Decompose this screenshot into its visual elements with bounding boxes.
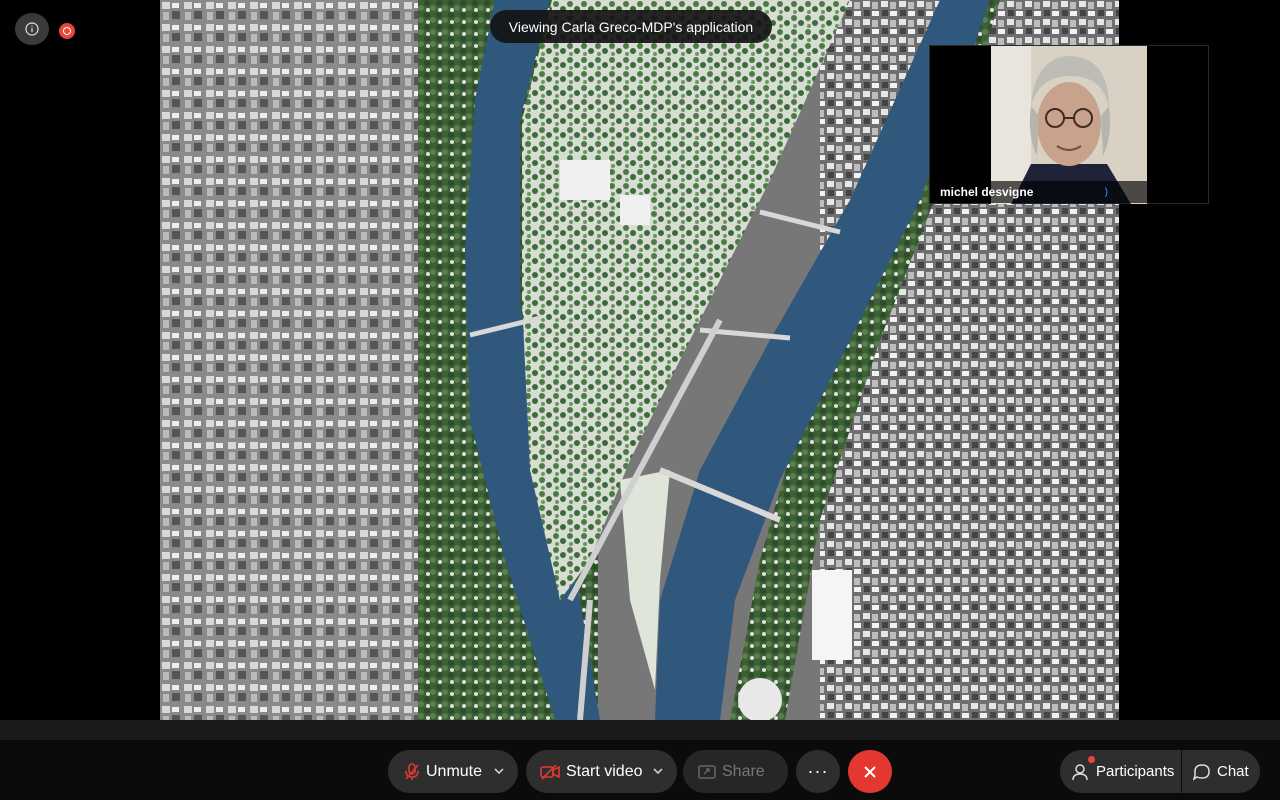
microphone-muted-icon	[405, 762, 419, 780]
participants-label: Participants	[1096, 763, 1175, 780]
unmute-label: Unmute	[426, 762, 483, 780]
info-button[interactable]	[15, 13, 49, 45]
screen-bottom-strip	[0, 720, 1280, 740]
participants-button[interactable]: Participants	[1060, 750, 1181, 793]
participants-icon	[1072, 763, 1088, 780]
audio-indicator-icon: )	[1104, 187, 1108, 198]
share-label: Share	[722, 762, 765, 780]
info-icon	[25, 22, 39, 36]
start-video-button[interactable]: Start video	[526, 750, 677, 793]
viewing-banner: Viewing Carla Greco-MDP's application	[490, 10, 772, 43]
start-video-label: Start video	[566, 762, 643, 780]
chevron-down-icon[interactable]	[651, 764, 665, 778]
participants-notification-dot	[1088, 756, 1095, 763]
meeting-toolbar: Unmute Start video Share ··· Participant…	[0, 740, 1280, 800]
participant-video-tile[interactable]: michel desvigne )	[929, 45, 1209, 204]
chat-label: Chat	[1217, 763, 1249, 780]
leave-meeting-button[interactable]	[848, 750, 892, 793]
close-icon	[864, 765, 876, 778]
chevron-down-icon[interactable]	[492, 764, 506, 778]
camera-off-icon	[540, 763, 560, 780]
share-screen-icon	[698, 764, 716, 779]
more-icon: ···	[807, 761, 829, 781]
share-button[interactable]: Share	[683, 750, 788, 793]
recording-icon[interactable]	[59, 23, 75, 39]
chat-icon	[1193, 763, 1210, 781]
participant-name-label: michel desvigne	[930, 181, 1208, 203]
chat-button[interactable]: Chat	[1182, 750, 1260, 793]
more-options-button[interactable]: ···	[796, 750, 840, 793]
unmute-button[interactable]: Unmute	[388, 750, 518, 793]
